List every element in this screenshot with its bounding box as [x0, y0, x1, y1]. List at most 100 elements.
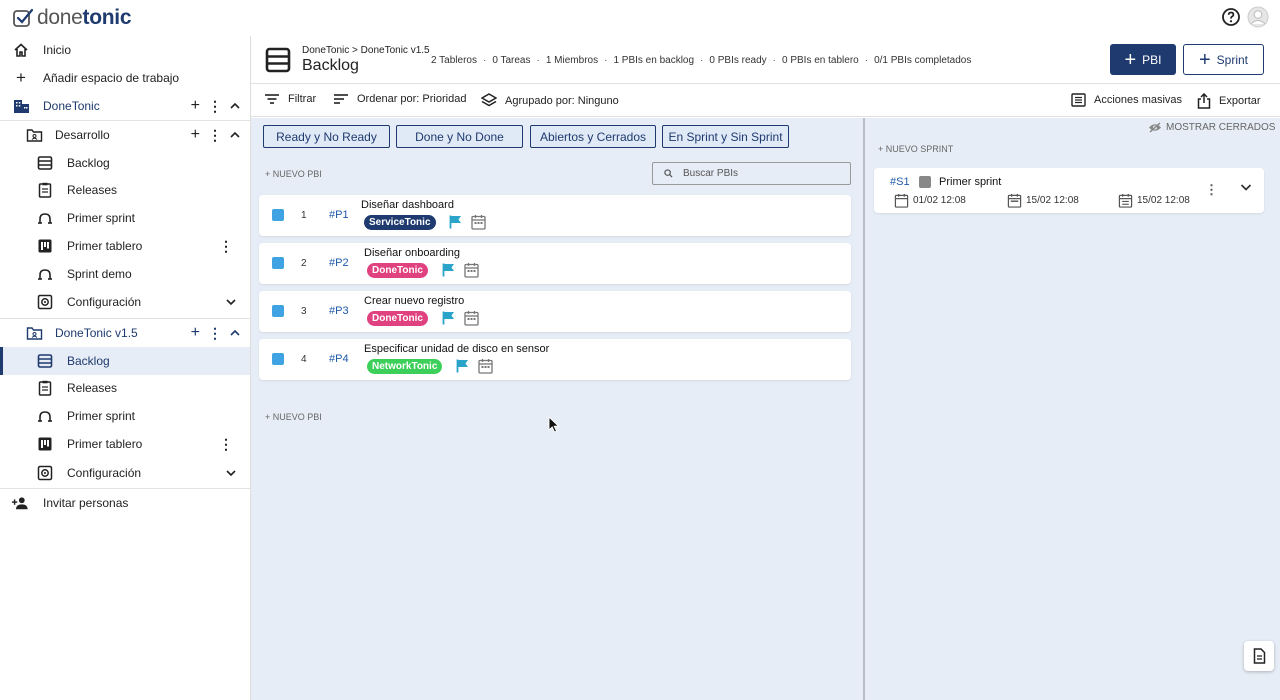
- user-avatar-icon[interactable]: [1247, 6, 1269, 28]
- help-circle-icon[interactable]: [1221, 7, 1241, 27]
- chevron-down-icon[interactable]: [226, 295, 236, 309]
- sidebar-item-invite[interactable]: Invitar personas: [0, 489, 250, 517]
- sidebar-item-primer-tablero[interactable]: Primer tablero ⋮: [0, 430, 250, 458]
- flag-icon[interactable]: [442, 311, 455, 325]
- calendar-icon[interactable]: [471, 214, 486, 230]
- pbi-tag[interactable]: DoneTonic: [367, 263, 428, 278]
- new-pbi-button[interactable]: + PBI: [1110, 44, 1176, 75]
- export-button[interactable]: Exportar: [1197, 93, 1261, 109]
- kebab-menu-icon[interactable]: ⋮: [208, 98, 222, 115]
- pbi-card[interactable]: 4 #P4 Especificar unidad de disco en sen…: [259, 339, 851, 380]
- page-title: Backlog: [302, 57, 359, 74]
- calendar-icon[interactable]: [464, 310, 479, 326]
- sprint-due-date: 15/02 12:08: [1118, 193, 1190, 208]
- kebab-menu-icon[interactable]: ⋮: [219, 436, 233, 453]
- clipboard-icon: [36, 379, 54, 397]
- new-sprint-button[interactable]: + Sprint: [1183, 44, 1264, 75]
- add-icon[interactable]: +: [191, 324, 200, 342]
- sidebar-item-configuracion[interactable]: Configuración: [0, 288, 250, 316]
- document-fab-button[interactable]: [1244, 641, 1274, 671]
- search-pbis[interactable]: Buscar PBIs: [652, 162, 851, 185]
- sidebar-item-primer-sprint[interactable]: Primer sprint: [0, 402, 250, 430]
- flag-icon[interactable]: [442, 263, 455, 277]
- new-sprint-link[interactable]: + NUEVO SPRINT: [878, 144, 953, 154]
- chevron-up-icon[interactable]: [230, 326, 240, 340]
- pbi-checkbox[interactable]: [272, 305, 284, 317]
- filter-done[interactable]: Done y No Done: [396, 125, 523, 148]
- pbi-card[interactable]: 1 #P1 Diseñar dashboard ServiceTonic: [259, 195, 851, 236]
- new-pbi-link[interactable]: + NUEVO PBI: [265, 169, 322, 179]
- sidebar-label: Backlog: [67, 354, 110, 368]
- pbi-tag[interactable]: ServiceTonic: [364, 215, 436, 230]
- pbi-checkbox[interactable]: [272, 257, 284, 269]
- new-pbi-link-bottom[interactable]: + NUEVO PBI: [265, 412, 322, 422]
- pbi-tag[interactable]: DoneTonic: [367, 311, 428, 326]
- eye-off-icon: [1149, 122, 1161, 133]
- add-icon[interactable]: +: [191, 126, 200, 144]
- filter-button[interactable]: Filtrar: [264, 93, 316, 105]
- pbi-title[interactable]: Diseñar onboarding: [364, 247, 460, 259]
- flag-icon[interactable]: [456, 359, 469, 373]
- top-bar: donetonic: [0, 0, 1280, 36]
- kebab-menu-icon[interactable]: ⋮: [1205, 182, 1218, 198]
- calendar-icon[interactable]: [478, 358, 493, 374]
- pbi-number: 2: [301, 258, 307, 269]
- sidebar-item-backlog-active[interactable]: Backlog: [0, 347, 250, 375]
- sidebar-item-releases[interactable]: Releases: [0, 374, 250, 402]
- sort-label: Ordenar por: Prioridad: [357, 93, 467, 105]
- show-closed-toggle[interactable]: MOSTRAR CERRADOS: [1148, 122, 1275, 133]
- sidebar-item-inicio[interactable]: Inicio: [0, 36, 250, 64]
- chevron-down-icon[interactable]: [1240, 183, 1252, 192]
- sidebar-item-releases[interactable]: Releases: [0, 176, 250, 204]
- sprint-id[interactable]: #S1: [890, 176, 910, 188]
- pbi-id[interactable]: #P3: [329, 305, 349, 317]
- pbi-tag[interactable]: NetworkTonic: [367, 359, 443, 374]
- filter-ready[interactable]: Ready y No Ready: [263, 125, 390, 148]
- sidebar-project-donetonic-v15[interactable]: DoneTonic v1.5 + ⋮: [0, 319, 250, 347]
- sidebar-project-desarrollo[interactable]: Desarrollo + ⋮: [0, 121, 250, 149]
- pbi-card[interactable]: 2 #P2 Diseñar onboarding DoneTonic: [259, 243, 851, 284]
- sidebar-item-backlog[interactable]: Backlog: [0, 149, 250, 177]
- pbi-checkbox[interactable]: [272, 353, 284, 365]
- chevron-up-icon[interactable]: [230, 128, 240, 142]
- filter-open-closed[interactable]: Abiertos y Cerrados: [530, 125, 656, 148]
- add-icon[interactable]: +: [191, 97, 200, 115]
- sidebar-item-sprint-demo[interactable]: Sprint demo: [0, 260, 250, 288]
- sidebar-item-configuracion[interactable]: Configuración: [0, 459, 250, 487]
- group-button[interactable]: Agrupado por: Ninguno: [481, 93, 619, 108]
- sidebar-item-primer-sprint[interactable]: Primer sprint: [0, 204, 250, 232]
- kebab-menu-icon[interactable]: ⋮: [208, 325, 222, 342]
- chevron-up-icon[interactable]: [230, 99, 240, 113]
- pbi-card[interactable]: 3 #P3 Crear nuevo registro DoneTonic: [259, 291, 851, 332]
- sprint-icon: [36, 265, 54, 283]
- pbi-checkbox[interactable]: [272, 209, 284, 221]
- sprint-title[interactable]: Primer sprint: [939, 176, 1001, 188]
- pbi-id[interactable]: #P1: [329, 209, 349, 221]
- sidebar-workspace-donetonic[interactable]: DoneTonic + ⋮: [0, 92, 250, 120]
- pbi-id[interactable]: #P2: [329, 257, 349, 269]
- sprint-card[interactable]: #S1 Primer sprint 01/02 12:08 15/02 12:0…: [874, 168, 1264, 213]
- filter-sprint[interactable]: En Sprint y Sin Sprint: [662, 125, 789, 148]
- workspace-actions: + ⋮: [191, 97, 240, 115]
- chevron-down-icon[interactable]: [226, 466, 236, 480]
- bulk-actions-button[interactable]: Acciones masivas: [1071, 93, 1182, 107]
- sort-button[interactable]: Ordenar por: Prioridad: [333, 93, 466, 105]
- pbi-title[interactable]: Diseñar dashboard: [361, 199, 454, 211]
- project-name: Desarrollo: [55, 128, 110, 142]
- plus-icon: +: [1198, 48, 1211, 71]
- app-logo[interactable]: donetonic: [12, 6, 132, 30]
- pbi-title[interactable]: Crear nuevo registro: [364, 295, 464, 307]
- calendar-icon[interactable]: [464, 262, 479, 278]
- stat-pbis-completados: 0/1 PBIs completados: [874, 55, 972, 66]
- sidebar-label: Backlog: [67, 156, 110, 170]
- breadcrumb-parent[interactable]: DoneTonic: [302, 45, 349, 56]
- flag-icon[interactable]: [449, 215, 462, 229]
- sidebar-item-primer-tablero[interactable]: Primer tablero ⋮: [0, 232, 250, 260]
- kebab-menu-icon[interactable]: ⋮: [208, 127, 222, 144]
- sidebar-item-add-workspace[interactable]: + Añadir espacio de trabajo: [0, 64, 250, 92]
- kebab-menu-icon[interactable]: ⋮: [219, 238, 233, 255]
- breadcrumb-child[interactable]: DoneTonic v1.5: [361, 45, 430, 56]
- pbi-id[interactable]: #P4: [329, 353, 349, 365]
- pbi-title[interactable]: Especificar unidad de disco en sensor: [364, 343, 549, 355]
- sprints-panel: MOSTRAR CERRADOS + NUEVO SPRINT #S1 Prim…: [865, 118, 1280, 700]
